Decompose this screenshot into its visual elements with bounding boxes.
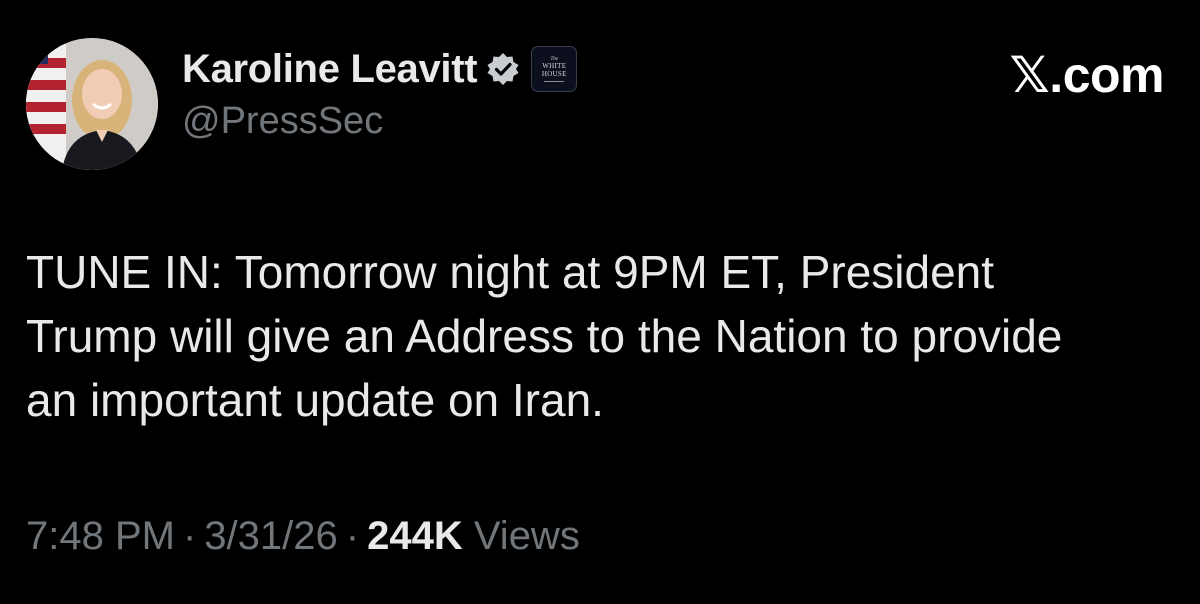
affiliate-badge-line1: WHITE: [542, 61, 567, 70]
tweet-time[interactable]: 7:48 PM: [26, 514, 175, 558]
affiliate-badge-small: The: [550, 56, 559, 62]
views-label: Views: [473, 514, 580, 558]
affiliate-badge-rule: [544, 80, 565, 82]
meta-separator: ·: [345, 514, 360, 558]
meta-separator: ·: [182, 514, 197, 558]
tweet-date[interactable]: 3/31/26: [204, 514, 337, 558]
avatar-image: [26, 38, 158, 170]
tweet-body-line: TUNE IN: Tomorrow night at 9PM ET, Presi…: [26, 246, 995, 298]
avatar[interactable]: [26, 38, 158, 170]
x-brand-logo: 𝕏.com: [1009, 47, 1165, 103]
tweet-body-line: an important update on Iran.: [26, 374, 604, 426]
tweet-body-line: Trump will give an Address to the Nation…: [26, 310, 1063, 362]
affiliate-badge-line2: HOUSE: [541, 69, 567, 78]
verified-badge-icon[interactable]: [485, 51, 521, 87]
author-name-row: Karoline Leavitt The WHITE HOUSE: [182, 44, 578, 94]
tweet-body: TUNE IN: Tomorrow night at 9PM ET, Presi…: [26, 240, 1186, 432]
author-display-name[interactable]: Karoline Leavitt: [182, 47, 478, 92]
tweet-meta: 7:48 PM · 3/31/26 · 244K Views: [26, 514, 580, 559]
author-handle[interactable]: @PressSec: [182, 100, 383, 143]
views-count: 244K: [367, 514, 463, 558]
tweet-card: Karoline Leavitt The WHITE HOUSE @PressS…: [0, 0, 1200, 604]
affiliate-badge-icon[interactable]: The WHITE HOUSE: [531, 46, 578, 92]
